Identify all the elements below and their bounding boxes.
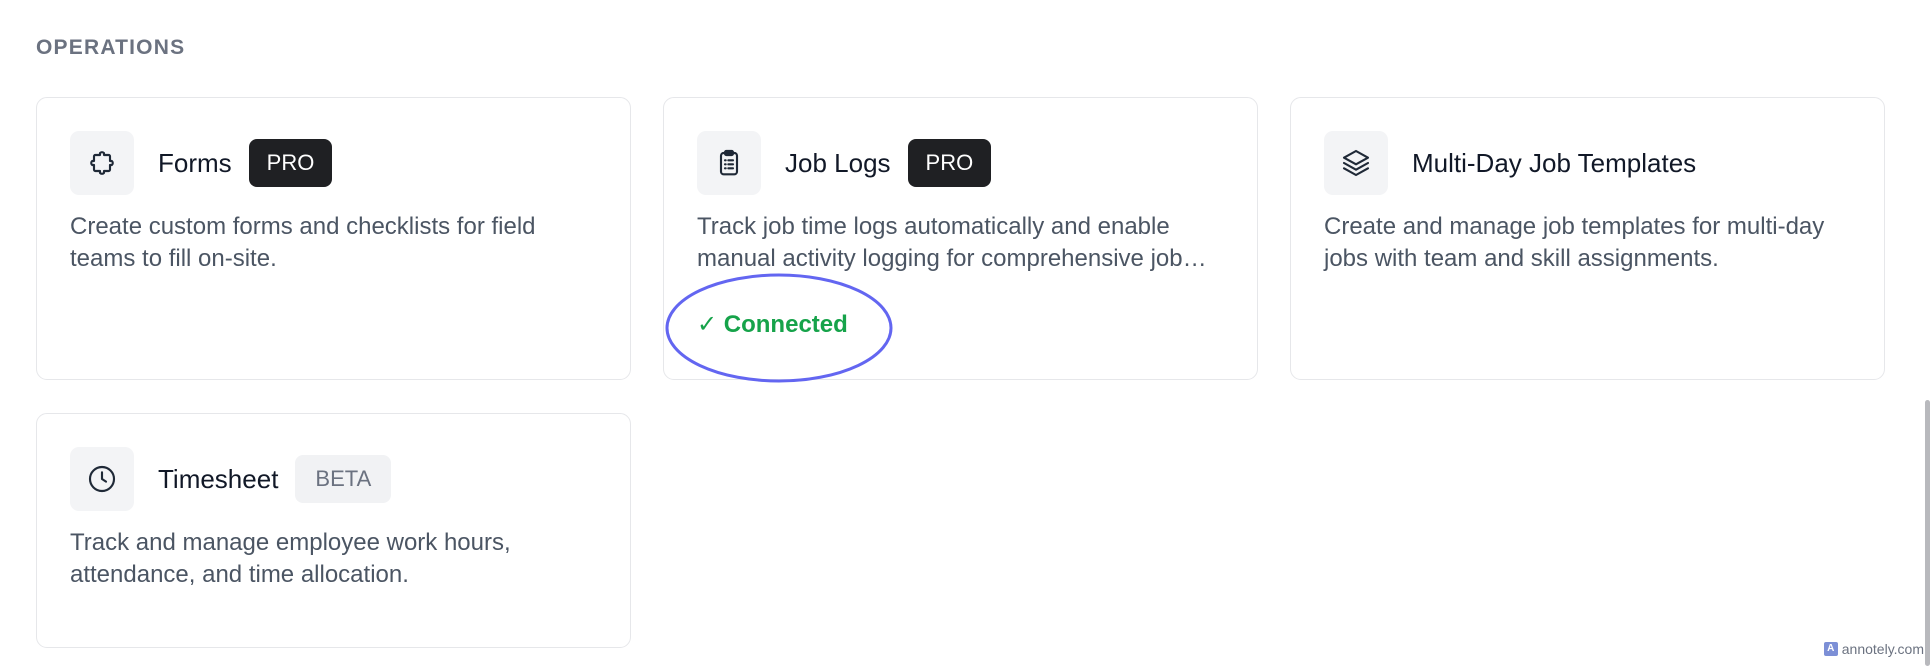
beta-badge: BETA [295, 455, 392, 503]
integration-card-forms[interactable]: Forms PRO Create custom forms and checkl… [36, 97, 631, 380]
integration-card-job-logs[interactable]: Job Logs PRO Track job time logs automat… [663, 97, 1258, 380]
scrollbar[interactable] [1925, 400, 1930, 666]
integration-card-timesheet[interactable]: Timesheet BETA Track and manage employee… [36, 413, 631, 648]
card-title: Job Logs [785, 147, 891, 178]
watermark-text: annotely.com [1841, 641, 1924, 657]
card-header: Timesheet BETA [158, 447, 392, 511]
page: OPERATIONS Forms PRO Create custom forms… [0, 0, 1930, 666]
card-title: Timesheet [158, 463, 279, 494]
watermark: A annotely.com [1823, 641, 1924, 657]
integration-card-multi-day-job-templates[interactable]: Multi-Day Job Templates Create and manag… [1290, 97, 1885, 380]
layers-icon [1324, 131, 1388, 195]
card-header: Forms PRO [158, 131, 333, 195]
card-header: Job Logs PRO [785, 131, 992, 195]
clock-icon [70, 447, 134, 511]
pro-badge: PRO [907, 139, 992, 187]
clipboard-icon [697, 131, 761, 195]
card-header: Multi-Day Job Templates [1412, 131, 1696, 195]
card-description: Create and manage job templates for mult… [1324, 213, 1825, 272]
card-description: Create custom forms and checklists for f… [70, 213, 536, 272]
puzzle-icon [70, 131, 134, 195]
card-description: Track and manage employee work hours, at… [70, 529, 511, 588]
annotely-logo-icon: A [1823, 642, 1838, 656]
connected-status: ✓ Connected [697, 311, 848, 338]
card-title: Multi-Day Job Templates [1412, 147, 1697, 178]
section-title: OPERATIONS [36, 36, 186, 59]
card-title: Forms [158, 147, 232, 178]
card-description: Track job time logs automatically and en… [697, 213, 1183, 272]
pro-badge: PRO [248, 139, 333, 187]
